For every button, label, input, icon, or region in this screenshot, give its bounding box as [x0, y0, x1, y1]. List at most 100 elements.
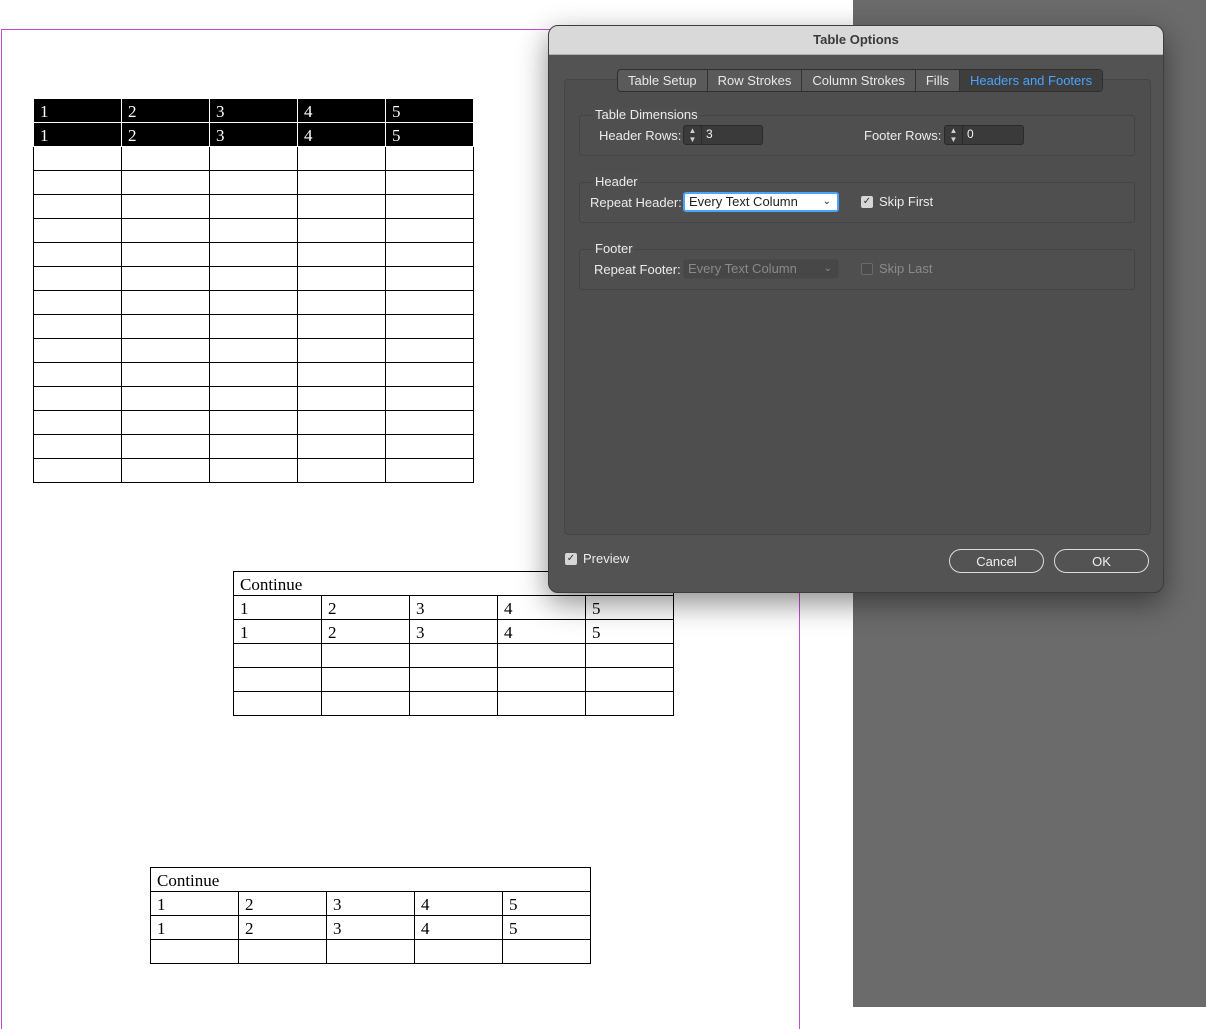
repeat-header-value[interactable]: Every Text Column [689, 194, 798, 209]
repeat-footer-select[interactable]: Every Text Column ⌄ [683, 259, 839, 279]
table-cell[interactable] [33, 218, 122, 243]
tab-fills[interactable]: Fills [916, 70, 960, 91]
table-row[interactable] [33, 194, 474, 219]
table-row[interactable]: 1 2 3 4 5 [33, 98, 474, 123]
table-cell[interactable] [33, 242, 122, 267]
table-cell[interactable] [409, 667, 498, 692]
tab-column-strokes[interactable]: Column Strokes [802, 70, 916, 91]
table-cell[interactable]: 5 [385, 122, 474, 147]
table-cell[interactable] [297, 266, 386, 291]
table-cell[interactable] [121, 386, 210, 411]
table-cell[interactable]: 4 [414, 891, 503, 916]
table-cell[interactable] [209, 242, 298, 267]
tab-row-strokes[interactable]: Row Strokes [708, 70, 803, 91]
table-cell[interactable] [121, 194, 210, 219]
table-cell[interactable] [209, 218, 298, 243]
repeat-header-select[interactable]: Every Text Column ⌄ [683, 192, 839, 212]
table-row[interactable] [33, 314, 474, 339]
table-cell[interactable] [121, 458, 210, 483]
table-cell[interactable] [385, 338, 474, 363]
table-cell[interactable] [409, 643, 498, 668]
table-cell[interactable]: 1 [233, 619, 322, 644]
table-cell[interactable] [585, 643, 674, 668]
footer-rows-value[interactable]: 0 [967, 127, 974, 141]
table-cell[interactable] [585, 667, 674, 692]
table-cell[interactable]: 2 [321, 619, 410, 644]
table-cell[interactable] [121, 266, 210, 291]
table-cell[interactable] [385, 362, 474, 387]
table-row[interactable] [33, 386, 474, 411]
document-table-3[interactable]: Continue 1 2 3 4 5 1 2 3 4 5 [150, 867, 591, 964]
table-cell[interactable] [321, 667, 410, 692]
table-row[interactable] [33, 338, 474, 363]
table-cell[interactable] [385, 218, 474, 243]
table-cell[interactable]: 2 [238, 891, 327, 916]
table-cell[interactable] [121, 218, 210, 243]
table-cell[interactable] [121, 242, 210, 267]
table-cell[interactable] [297, 314, 386, 339]
table-cell[interactable] [414, 939, 503, 964]
table-cell[interactable] [497, 643, 586, 668]
stepper-arrows-icon[interactable]: ▲ ▼ [945, 126, 963, 144]
table-cell[interactable] [385, 314, 474, 339]
table-cell[interactable] [385, 194, 474, 219]
table-cell[interactable] [321, 643, 410, 668]
table-cell[interactable]: 4 [497, 619, 586, 644]
table-cell[interactable] [297, 290, 386, 315]
table-row[interactable] [33, 362, 474, 387]
table-cell[interactable]: 5 [585, 619, 674, 644]
header-rows-value[interactable]: 3 [706, 127, 713, 141]
table-cell[interactable] [297, 242, 386, 267]
table-cell[interactable]: 1 [150, 891, 239, 916]
table-row[interactable] [33, 410, 474, 435]
table-cell[interactable]: 4 [297, 98, 386, 123]
tab-headers-and-footers[interactable]: Headers and Footers [959, 70, 1103, 91]
table-cell[interactable] [209, 290, 298, 315]
tab-table-setup[interactable]: Table Setup [618, 70, 708, 91]
table-cell[interactable] [297, 170, 386, 195]
table-row[interactable] [33, 170, 474, 195]
table-cell[interactable] [297, 410, 386, 435]
table-row[interactable] [33, 458, 474, 483]
table-cell[interactable] [385, 410, 474, 435]
table-row[interactable] [233, 667, 674, 692]
table-cell[interactable] [209, 194, 298, 219]
table-cell[interactable] [209, 362, 298, 387]
table-cell[interactable] [233, 643, 322, 668]
table-cell[interactable] [385, 458, 474, 483]
document-table-1[interactable]: 1 2 3 4 5 1 2 3 4 5 [33, 98, 474, 483]
table-cell[interactable] [33, 170, 122, 195]
table-options-dialog[interactable]: Table Options Table Setup Row Strokes Co… [548, 25, 1164, 593]
table-row[interactable] [33, 242, 474, 267]
table-cell[interactable]: 3 [209, 98, 298, 123]
table-cell[interactable]: 2 [121, 122, 210, 147]
table-cell[interactable] [297, 386, 386, 411]
table-cell[interactable] [209, 434, 298, 459]
table-cell[interactable] [33, 194, 122, 219]
table-cell[interactable]: 5 [585, 595, 674, 620]
table-row[interactable] [150, 939, 591, 964]
table-cell[interactable] [385, 170, 474, 195]
table-cell[interactable] [297, 362, 386, 387]
table-cell[interactable]: 3 [326, 891, 415, 916]
table-row[interactable]: 1 2 3 4 5 [150, 891, 591, 916]
table-cell[interactable] [33, 314, 122, 339]
table-cell[interactable] [209, 146, 298, 171]
table-row[interactable] [33, 218, 474, 243]
table-cell[interactable] [297, 338, 386, 363]
table-cell[interactable] [209, 314, 298, 339]
table-cell[interactable] [385, 266, 474, 291]
table-row[interactable] [33, 434, 474, 459]
header-rows-stepper[interactable]: ▲ ▼ 3 [683, 125, 763, 145]
table-cell[interactable] [209, 266, 298, 291]
table-cell[interactable] [409, 691, 498, 716]
table-cell[interactable] [585, 691, 674, 716]
table-cell[interactable]: 4 [414, 915, 503, 940]
table-row[interactable]: 1 2 3 4 5 [150, 915, 591, 940]
table-row[interactable]: 1 2 3 4 5 [233, 619, 674, 644]
table-cell[interactable] [297, 146, 386, 171]
table-cell[interactable] [321, 691, 410, 716]
skip-first-checkbox[interactable]: ✓ [861, 196, 873, 208]
table-cell[interactable] [209, 338, 298, 363]
cancel-button[interactable]: Cancel [949, 549, 1044, 573]
